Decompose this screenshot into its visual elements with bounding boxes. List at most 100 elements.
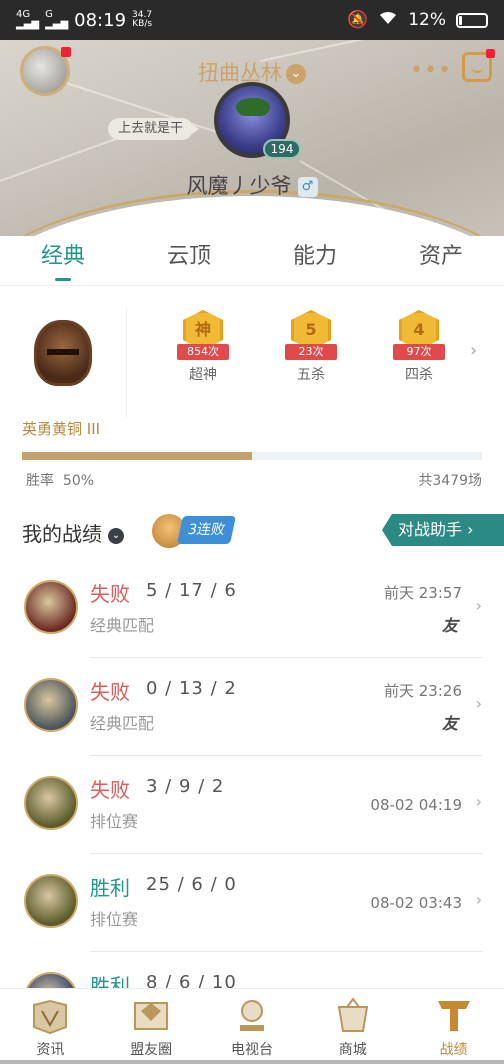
emblem-visor: [47, 349, 79, 355]
screen: 4G ▂▄▆ G ▂▄▆ 08:19 34.7 KB/s 🔕 12% 扭曲丛林 …: [0, 0, 504, 1064]
match-row[interactable]: 失败 3 / 9 / 2 排位赛 08-02 04:19 ›: [0, 756, 504, 854]
nav-label: 商城: [338, 1042, 367, 1058]
friends-circle-icon: [131, 997, 171, 1035]
match-time: 08-02 04:19: [370, 796, 462, 814]
match-mode: 排位赛: [90, 812, 139, 831]
mute-icon: 🔕: [347, 10, 369, 30]
match-time: 08-02 03:43: [370, 894, 462, 912]
win-rate-label: 胜率: [26, 473, 54, 489]
record-icon: [434, 997, 474, 1035]
stat-count: 23次: [285, 344, 337, 360]
net-speed-unit: KB/s: [132, 19, 153, 29]
chevron-right-icon: ›: [475, 890, 482, 909]
message-face: [471, 65, 483, 73]
stat-label: 四杀: [405, 367, 433, 383]
nav-shop[interactable]: 商城: [302, 989, 403, 1064]
news-icon: [30, 997, 70, 1035]
records-header: 我的战绩 ⌄ 3连败 对战助手 ›: [0, 510, 504, 550]
match-time: 前天 23:57: [384, 584, 462, 602]
chevron-right-icon: ›: [475, 596, 482, 615]
signal-label-1: 4G: [16, 9, 31, 20]
stat-quadrakill: 4 97次 四杀: [384, 310, 454, 384]
net-speed: 34.7 KB/s: [132, 11, 152, 29]
stat-label: 五杀: [297, 367, 325, 383]
match-time: 前天 23:26: [384, 682, 462, 700]
champion-avatar: [24, 678, 78, 732]
clock: 08:19: [74, 9, 127, 31]
tab-ability[interactable]: 能力: [252, 236, 378, 285]
rank-tier: 英勇黄铜 III: [22, 420, 101, 438]
chevron-right-icon[interactable]: ›: [470, 340, 477, 361]
stat-count: 97次: [393, 344, 445, 360]
battery-icon: [456, 12, 488, 28]
bottom-nav: 资讯 盟友圈 电视台 商城 战绩: [0, 988, 504, 1064]
player-name-row: 风魔丿少爷 ♂: [0, 170, 504, 200]
chevron-down-icon: ⌄: [286, 64, 306, 84]
player-name: 风魔丿少爷: [186, 174, 292, 198]
nav-label: 战绩: [439, 1042, 468, 1058]
status-left: 4G ▂▄▆ G ▂▄▆ 08:19 34.7 KB/s: [16, 10, 152, 31]
notification-dot: [61, 47, 71, 57]
mode-tabs: 经典 云顶 能力 资产: [0, 236, 504, 286]
motto-bubble: 上去就是干: [108, 118, 200, 140]
chevron-down-icon: ⌄: [108, 527, 124, 544]
wifi-icon: [378, 10, 398, 31]
battle-assistant-button[interactable]: 对战助手 ›: [382, 514, 504, 546]
win-rate-value: 50%: [62, 473, 95, 489]
chevron-right-icon: ›: [475, 792, 482, 811]
nav-label: 电视台: [230, 1042, 273, 1058]
champion-avatar: [24, 776, 78, 830]
tab-assets[interactable]: 资产: [378, 236, 504, 285]
win-rate-fill: [22, 452, 252, 460]
signal-icon: 4G ▂▄▆: [16, 9, 40, 30]
nav-news[interactable]: 资讯: [0, 989, 101, 1064]
win-rate-text: 胜率 50%: [26, 470, 94, 490]
match-result: 失败: [90, 680, 130, 704]
match-kda: 0 / 13 / 2: [146, 678, 237, 699]
nav-records[interactable]: 战绩: [403, 989, 504, 1064]
vertical-divider: [126, 308, 127, 418]
home-indicator: [0, 1060, 504, 1064]
friend-tag: 友: [441, 714, 458, 733]
tab-classic[interactable]: 经典: [0, 236, 126, 285]
losing-streak-badge: 3连败: [152, 510, 238, 550]
rank-summary[interactable]: 英勇黄铜 III 神 854次 超神 5 23次 五杀 4 97次 四杀 › 胜…: [0, 292, 504, 490]
match-result: 胜利: [90, 876, 130, 900]
match-kda: 25 / 6 / 0: [146, 874, 237, 895]
champion-avatar: [24, 580, 78, 634]
stat-pentakill: 5 23次 五杀: [276, 310, 346, 384]
signal-icon-2: G ▂▄▆: [45, 9, 69, 30]
message-icon[interactable]: [462, 49, 495, 82]
records-title-text: 我的战绩: [22, 522, 102, 546]
win-rate-bar: [22, 452, 482, 460]
match-mode: 经典匹配: [90, 616, 155, 635]
nav-tv[interactable]: 电视台: [202, 989, 303, 1064]
match-row[interactable]: 失败 5 / 17 / 6 经典匹配 前天 23:57 › 友: [0, 560, 504, 658]
match-mode: 经典匹配: [90, 714, 155, 733]
status-right: 🔕 12%: [347, 10, 488, 31]
more-dots-icon[interactable]: •••: [410, 58, 452, 83]
records-title[interactable]: 我的战绩 ⌄: [22, 518, 124, 547]
match-kda: 5 / 17 / 6: [146, 580, 237, 601]
match-row[interactable]: 失败 0 / 13 / 2 经典匹配 前天 23:26 › 友: [0, 658, 504, 756]
tv-icon: [232, 997, 272, 1035]
match-result: 失败: [90, 778, 130, 802]
tab-tft[interactable]: 云顶: [126, 236, 252, 285]
chevron-right-icon: ›: [475, 694, 482, 713]
stat-label: 超神: [189, 367, 217, 383]
level-badge: 194: [263, 139, 301, 159]
stat-count: 854次: [177, 344, 229, 360]
rank-emblem-icon: [34, 320, 92, 386]
match-mode: 排位赛: [90, 910, 139, 929]
match-result: 失败: [90, 582, 130, 606]
stat-legendary: 神 854次 超神: [168, 310, 238, 384]
match-kda: 3 / 9 / 2: [146, 776, 225, 797]
match-row[interactable]: 胜利 25 / 6 / 0 排位赛 08-02 03:43 ›: [0, 854, 504, 952]
champion-avatar: [24, 874, 78, 928]
status-bar: 4G ▂▄▆ G ▂▄▆ 08:19 34.7 KB/s 🔕 12%: [0, 0, 504, 40]
friend-tag: 友: [441, 616, 458, 635]
total-games: 共3479场: [418, 473, 482, 489]
nav-friends-circle[interactable]: 盟友圈: [101, 989, 202, 1064]
nav-label: 盟友圈: [130, 1042, 173, 1058]
shop-icon: [333, 997, 373, 1035]
